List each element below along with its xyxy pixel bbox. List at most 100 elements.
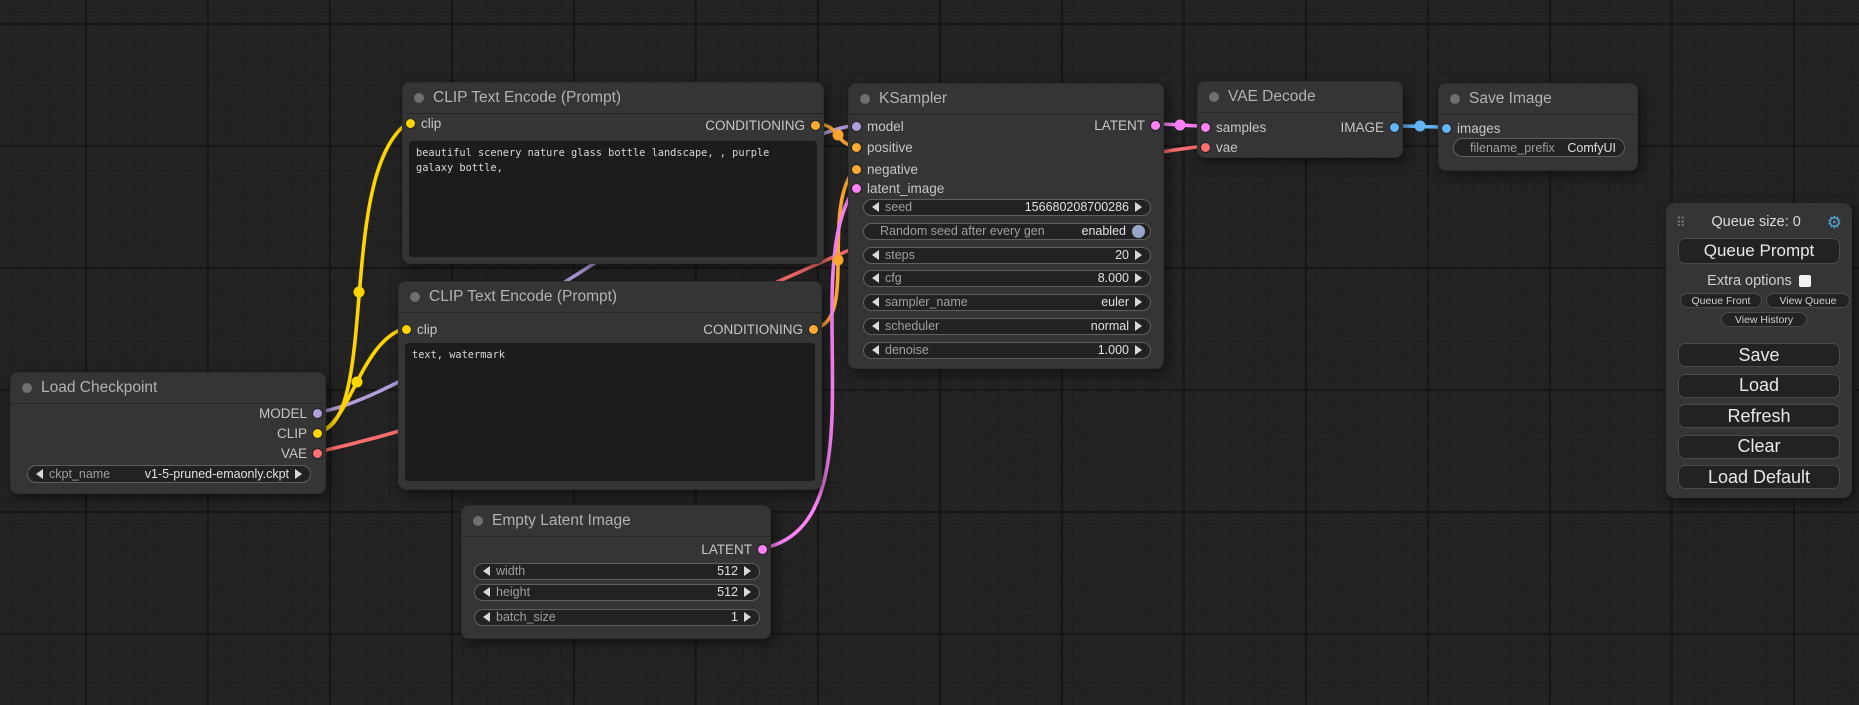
widget-value: 1 — [731, 610, 738, 624]
node-graph-canvas[interactable]: Load Checkpoint MODEL CLIP VAE ckpt_name… — [0, 0, 1859, 705]
increment-arrow-icon[interactable] — [744, 587, 751, 597]
collapse-dot-icon[interactable] — [410, 292, 420, 302]
increment-arrow-icon[interactable] — [1135, 345, 1142, 355]
widget-ckpt-name[interactable]: ckpt_name v1-5-pruned-emaonly.ckpt — [27, 465, 311, 483]
clear-button[interactable]: Clear — [1678, 435, 1840, 459]
widget-denoise[interactable]: denoise 1.000 — [863, 342, 1151, 359]
node-header[interactable]: CLIP Text Encode (Prompt) — [403, 83, 823, 114]
widget-width[interactable]: width 512 — [474, 563, 760, 580]
increment-arrow-icon[interactable] — [744, 566, 751, 576]
image-port-dot[interactable] — [1390, 123, 1399, 132]
widget-sampler-name[interactable]: sampler_name euler — [863, 294, 1151, 311]
collapse-dot-icon[interactable] — [1209, 92, 1219, 102]
load-button[interactable]: Load — [1678, 374, 1840, 398]
clip-port-dot[interactable] — [406, 119, 415, 128]
increment-arrow-icon[interactable] — [1135, 321, 1142, 331]
conditioning-port-dot[interactable] — [811, 121, 820, 130]
decrement-arrow-icon[interactable] — [872, 273, 879, 283]
view-queue-button[interactable]: View Queue — [1766, 293, 1850, 308]
node-clip-text-encode-negative[interactable]: CLIP Text Encode (Prompt) clip CONDITION… — [398, 281, 822, 490]
widget-steps[interactable]: steps 20 — [863, 247, 1151, 264]
output-port-conditioning: CONDITIONING — [703, 321, 818, 337]
node-header[interactable]: Save Image — [1439, 84, 1637, 115]
link-dot[interactable] — [833, 130, 844, 141]
collapse-dot-icon[interactable] — [1450, 94, 1460, 104]
widget-label: sampler_name — [885, 295, 968, 309]
latent-port-dot[interactable] — [1201, 123, 1210, 132]
decrement-arrow-icon[interactable] — [872, 202, 879, 212]
save-button[interactable]: Save — [1678, 343, 1840, 367]
node-header[interactable]: CLIP Text Encode (Prompt) — [399, 282, 821, 313]
image-port-dot[interactable] — [1442, 124, 1451, 133]
extra-options-checkbox[interactable] — [1799, 275, 1811, 287]
node-header[interactable]: Empty Latent Image — [462, 506, 770, 537]
node-save-image[interactable]: Save Image images filename_prefix ComfyU… — [1438, 83, 1638, 171]
load-default-button[interactable]: Load Default — [1678, 465, 1840, 489]
widget-batch-size[interactable]: batch_size 1 — [474, 609, 760, 626]
collapse-dot-icon[interactable] — [22, 383, 32, 393]
prompt-textarea[interactable]: beautiful scenery nature glass bottle la… — [409, 141, 817, 257]
queue-front-button[interactable]: Queue Front — [1680, 293, 1762, 308]
drag-handle-icon[interactable] — [1676, 216, 1686, 229]
queue-prompt-button[interactable]: Queue Prompt — [1678, 238, 1840, 264]
widget-cfg[interactable]: cfg 8.000 — [863, 270, 1151, 287]
decrement-arrow-icon[interactable] — [872, 321, 879, 331]
increment-arrow-icon[interactable] — [1135, 297, 1142, 307]
clip-port-dot[interactable] — [402, 325, 411, 334]
node-clip-text-encode-positive[interactable]: CLIP Text Encode (Prompt) clip CONDITION… — [402, 82, 824, 264]
node-header[interactable]: Load Checkpoint — [11, 373, 325, 404]
decrement-arrow-icon[interactable] — [872, 345, 879, 355]
decrement-arrow-icon[interactable] — [872, 297, 879, 307]
link-dot[interactable] — [354, 287, 365, 298]
settings-gear-icon[interactable] — [1827, 214, 1842, 231]
increment-arrow-icon[interactable] — [1135, 273, 1142, 283]
increment-arrow-icon[interactable] — [295, 469, 302, 479]
toggle-knob-icon[interactable] — [1132, 225, 1145, 238]
widget-seed[interactable]: seed 156680208700286 — [863, 199, 1151, 216]
link-dot[interactable] — [833, 255, 844, 266]
latent-port-dot[interactable] — [1151, 121, 1160, 130]
latent-port-dot[interactable] — [852, 184, 861, 193]
link-dot[interactable] — [1175, 120, 1186, 131]
node-vae-decode[interactable]: VAE Decode samples vae IMAGE — [1197, 81, 1403, 158]
node-header[interactable]: VAE Decode — [1198, 82, 1402, 113]
queue-panel: Queue size: 0 Queue Prompt Extra options… — [1666, 203, 1852, 498]
conditioning-port-dot[interactable] — [852, 143, 861, 152]
node-load-checkpoint[interactable]: Load Checkpoint MODEL CLIP VAE ckpt_name… — [10, 372, 326, 494]
link-dot[interactable] — [1415, 121, 1426, 132]
increment-arrow-icon[interactable] — [744, 612, 751, 622]
decrement-arrow-icon[interactable] — [483, 587, 490, 597]
model-port-dot[interactable] — [852, 122, 861, 131]
vae-port-dot[interactable] — [313, 449, 322, 458]
increment-arrow-icon[interactable] — [1135, 250, 1142, 260]
widget-scheduler[interactable]: scheduler normal — [863, 318, 1151, 335]
node-empty-latent-image[interactable]: Empty Latent Image LATENT width 512 heig… — [461, 505, 771, 639]
collapse-dot-icon[interactable] — [473, 516, 483, 526]
refresh-button[interactable]: Refresh — [1678, 404, 1840, 428]
collapse-dot-icon[interactable] — [860, 94, 870, 104]
vae-port-dot[interactable] — [1201, 143, 1210, 152]
latent-port-dot[interactable] — [758, 545, 767, 554]
decrement-arrow-icon[interactable] — [483, 612, 490, 622]
model-port-dot[interactable] — [313, 409, 322, 418]
view-history-button[interactable]: View History — [1721, 312, 1807, 327]
widget-filename-prefix[interactable]: filename_prefix ComfyUI — [1453, 138, 1625, 157]
conditioning-port-dot[interactable] — [809, 325, 818, 334]
collapse-dot-icon[interactable] — [414, 93, 424, 103]
node-ksampler[interactable]: KSampler model positive negative latent_… — [848, 83, 1164, 369]
conditioning-port-dot[interactable] — [852, 165, 861, 174]
port-label: IMAGE — [1340, 120, 1384, 135]
link-dot[interactable] — [352, 377, 363, 388]
decrement-arrow-icon[interactable] — [483, 566, 490, 576]
port-label: vae — [1216, 140, 1238, 155]
widget-random-seed-toggle[interactable]: Random seed after every gen enabled — [863, 223, 1151, 240]
increment-arrow-icon[interactable] — [1135, 202, 1142, 212]
prompt-textarea[interactable]: text, watermark — [405, 343, 815, 481]
decrement-arrow-icon[interactable] — [872, 250, 879, 260]
clip-port-dot[interactable] — [313, 429, 322, 438]
decrement-arrow-icon[interactable] — [36, 469, 43, 479]
node-header[interactable]: KSampler — [849, 84, 1163, 115]
port-label: LATENT — [1094, 118, 1145, 133]
widget-height[interactable]: height 512 — [474, 584, 760, 601]
output-port-latent: LATENT — [1094, 117, 1160, 133]
